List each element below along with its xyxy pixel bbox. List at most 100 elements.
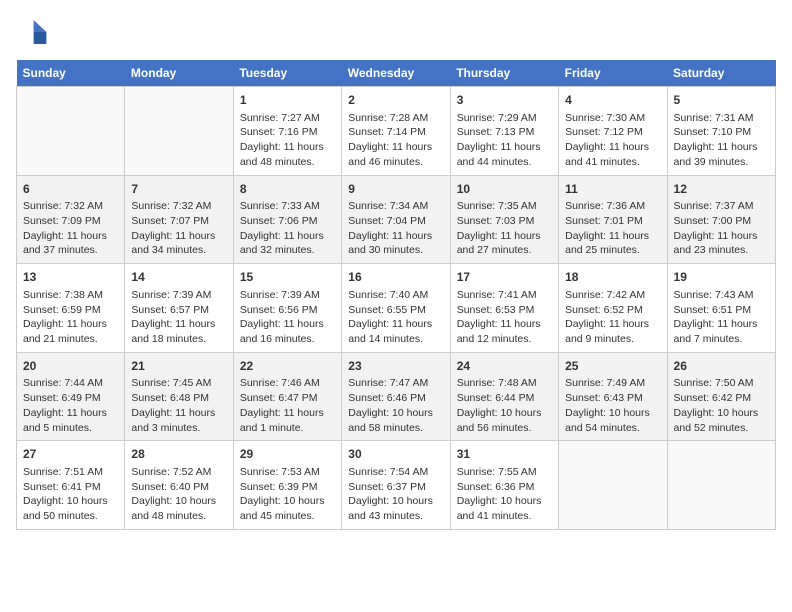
calendar-cell: 1 Sunrise: 7:27 AM Sunset: 7:16 PM Daylig… [233,87,341,176]
header-day: Wednesday [342,60,450,87]
calendar-body: 1 Sunrise: 7:27 AM Sunset: 7:16 PM Daylig… [17,87,776,530]
calendar-cell: 22Sunrise: 7:46 AM Sunset: 6:47 PM Dayli… [233,352,341,441]
calendar-cell [125,87,233,176]
header-day: Friday [559,60,667,87]
day-number: 9 [348,181,443,198]
logo [16,16,52,48]
day-info: Sunrise: 7:40 AM Sunset: 6:55 PM Dayligh… [348,288,443,347]
day-info: Sunrise: 7:45 AM Sunset: 6:48 PM Dayligh… [131,376,226,435]
day-number: 1 [240,92,335,109]
calendar-cell: 16 Sunrise: 7:40 AM Sunset: 6:55 PM Dayli… [342,264,450,353]
day-info: Sunrise: 7:28 AM Sunset: 7:14 PM Dayligh… [348,111,443,170]
day-info: Sunrise: 7:47 AM Sunset: 6:46 PM Dayligh… [348,376,443,435]
day-number: 12 [674,181,769,198]
day-number: 31 [457,446,552,463]
calendar-cell: 15 Sunrise: 7:39 AM Sunset: 6:56 PM Dayli… [233,264,341,353]
day-info: Sunrise: 7:50 AM Sunset: 6:42 PM Dayligh… [674,376,769,435]
calendar-week: 13 Sunrise: 7:38 AM Sunset: 6:59 PM Dayli… [17,264,776,353]
day-info: Sunrise: 7:52 AM Sunset: 6:40 PM Dayligh… [131,465,226,524]
calendar-cell: 26Sunrise: 7:50 AM Sunset: 6:42 PM Dayli… [667,352,775,441]
day-info: Sunrise: 7:27 AM Sunset: 7:16 PM Dayligh… [240,111,335,170]
calendar-cell: 28 Sunrise: 7:52 AM Sunset: 6:40 PM Dayli… [125,441,233,530]
day-number: 27 [23,446,118,463]
day-number: 10 [457,181,552,198]
day-number: 15 [240,269,335,286]
day-info: Sunrise: 7:33 AM Sunset: 7:06 PM Dayligh… [240,199,335,258]
day-number: 25 [565,358,660,375]
day-number: 2 [348,92,443,109]
day-info: Sunrise: 7:32 AM Sunset: 7:07 PM Dayligh… [131,199,226,258]
calendar-cell: 19Sunrise: 7:43 AM Sunset: 6:51 PM Dayli… [667,264,775,353]
day-number: 13 [23,269,118,286]
calendar-cell [559,441,667,530]
calendar-cell [667,441,775,530]
day-info: Sunrise: 7:31 AM Sunset: 7:10 PM Dayligh… [674,111,769,170]
day-number: 21 [131,358,226,375]
header-row: SundayMondayTuesdayWednesdayThursdayFrid… [17,60,776,87]
day-info: Sunrise: 7:55 AM Sunset: 6:36 PM Dayligh… [457,465,552,524]
header-day: Saturday [667,60,775,87]
day-number: 11 [565,181,660,198]
day-number: 16 [348,269,443,286]
day-number: 23 [348,358,443,375]
day-info: Sunrise: 7:34 AM Sunset: 7:04 PM Dayligh… [348,199,443,258]
day-number: 17 [457,269,552,286]
calendar-cell: 3 Sunrise: 7:29 AM Sunset: 7:13 PM Daylig… [450,87,558,176]
calendar-cell: 10Sunrise: 7:35 AM Sunset: 7:03 PM Dayli… [450,175,558,264]
calendar-cell: 2 Sunrise: 7:28 AM Sunset: 7:14 PM Daylig… [342,87,450,176]
day-number: 18 [565,269,660,286]
day-info: Sunrise: 7:44 AM Sunset: 6:49 PM Dayligh… [23,376,118,435]
day-info: Sunrise: 7:39 AM Sunset: 6:57 PM Dayligh… [131,288,226,347]
calendar-week: 1 Sunrise: 7:27 AM Sunset: 7:16 PM Daylig… [17,87,776,176]
calendar-cell: 17Sunrise: 7:41 AM Sunset: 6:53 PM Dayli… [450,264,558,353]
day-number: 5 [674,92,769,109]
calendar-cell: 5 Sunrise: 7:31 AM Sunset: 7:10 PM Daylig… [667,87,775,176]
calendar-cell: 8Sunrise: 7:33 AM Sunset: 7:06 PM Daylig… [233,175,341,264]
calendar-cell: 20Sunrise: 7:44 AM Sunset: 6:49 PM Dayli… [17,352,125,441]
day-number: 20 [23,358,118,375]
calendar-week: 20Sunrise: 7:44 AM Sunset: 6:49 PM Dayli… [17,352,776,441]
day-info: Sunrise: 7:30 AM Sunset: 7:12 PM Dayligh… [565,111,660,170]
day-info: Sunrise: 7:32 AM Sunset: 7:09 PM Dayligh… [23,199,118,258]
calendar-cell: 9Sunrise: 7:34 AM Sunset: 7:04 PM Daylig… [342,175,450,264]
header-day: Tuesday [233,60,341,87]
day-number: 4 [565,92,660,109]
calendar-cell: 24Sunrise: 7:48 AM Sunset: 6:44 PM Dayli… [450,352,558,441]
calendar-cell: 13 Sunrise: 7:38 AM Sunset: 6:59 PM Dayli… [17,264,125,353]
day-info: Sunrise: 7:35 AM Sunset: 7:03 PM Dayligh… [457,199,552,258]
day-info: Sunrise: 7:38 AM Sunset: 6:59 PM Dayligh… [23,288,118,347]
day-info: Sunrise: 7:39 AM Sunset: 6:56 PM Dayligh… [240,288,335,347]
calendar-cell: 27 Sunrise: 7:51 AM Sunset: 6:41 PM Dayli… [17,441,125,530]
day-info: Sunrise: 7:48 AM Sunset: 6:44 PM Dayligh… [457,376,552,435]
calendar-cell [17,87,125,176]
day-number: 6 [23,181,118,198]
day-info: Sunrise: 7:49 AM Sunset: 6:43 PM Dayligh… [565,376,660,435]
day-number: 3 [457,92,552,109]
day-info: Sunrise: 7:51 AM Sunset: 6:41 PM Dayligh… [23,465,118,524]
day-number: 26 [674,358,769,375]
day-info: Sunrise: 7:53 AM Sunset: 6:39 PM Dayligh… [240,465,335,524]
day-number: 28 [131,446,226,463]
calendar-cell: 4 Sunrise: 7:30 AM Sunset: 7:12 PM Daylig… [559,87,667,176]
calendar-week: 6Sunrise: 7:32 AM Sunset: 7:09 PM Daylig… [17,175,776,264]
calendar-cell: 11Sunrise: 7:36 AM Sunset: 7:01 PM Dayli… [559,175,667,264]
header-day: Monday [125,60,233,87]
day-info: Sunrise: 7:37 AM Sunset: 7:00 PM Dayligh… [674,199,769,258]
day-number: 14 [131,269,226,286]
day-info: Sunrise: 7:29 AM Sunset: 7:13 PM Dayligh… [457,111,552,170]
calendar-cell: 7Sunrise: 7:32 AM Sunset: 7:07 PM Daylig… [125,175,233,264]
calendar-cell: 6Sunrise: 7:32 AM Sunset: 7:09 PM Daylig… [17,175,125,264]
day-number: 30 [348,446,443,463]
day-info: Sunrise: 7:54 AM Sunset: 6:37 PM Dayligh… [348,465,443,524]
day-number: 7 [131,181,226,198]
day-number: 19 [674,269,769,286]
header-day: Sunday [17,60,125,87]
day-info: Sunrise: 7:46 AM Sunset: 6:47 PM Dayligh… [240,376,335,435]
calendar-cell: 25Sunrise: 7:49 AM Sunset: 6:43 PM Dayli… [559,352,667,441]
calendar-cell: 31 Sunrise: 7:55 AM Sunset: 6:36 PM Dayli… [450,441,558,530]
logo-icon [16,16,48,48]
day-info: Sunrise: 7:42 AM Sunset: 6:52 PM Dayligh… [565,288,660,347]
day-number: 8 [240,181,335,198]
header-day: Thursday [450,60,558,87]
calendar-cell: 12Sunrise: 7:37 AM Sunset: 7:00 PM Dayli… [667,175,775,264]
